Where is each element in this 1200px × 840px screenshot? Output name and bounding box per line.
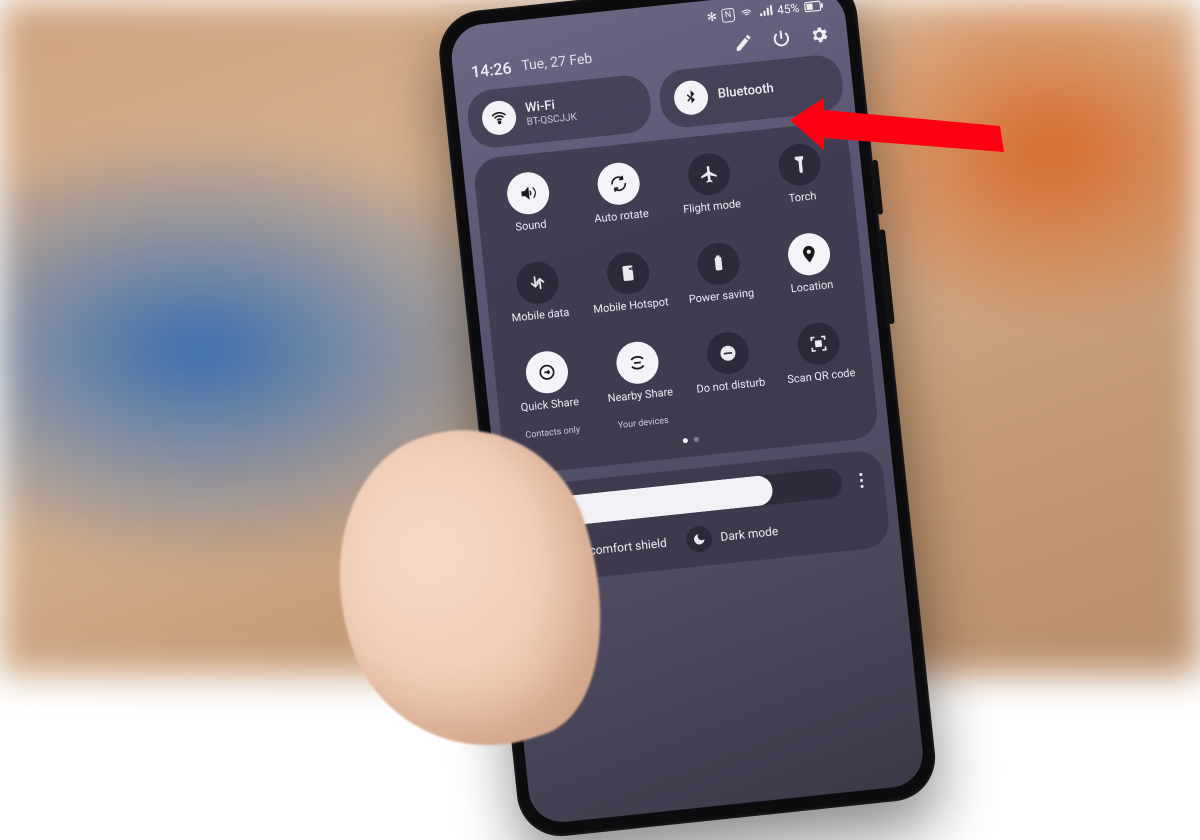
sound-icon (505, 170, 551, 216)
hotspot-icon (604, 250, 650, 296)
power-saving-icon (695, 241, 741, 287)
brightness-more-button[interactable] (851, 472, 870, 489)
location-icon (785, 231, 831, 277)
tile-location[interactable]: Location (763, 227, 858, 320)
quick-share-icon (523, 349, 569, 395)
tiles-grid: Sound Auto rotate Flight mode (482, 137, 869, 450)
tile-mobile-data[interactable]: Mobile data (491, 255, 586, 348)
airplane-icon (686, 151, 732, 197)
tile-quick-share[interactable]: Quick Share Contacts only (501, 345, 598, 451)
bluetooth-icon (672, 79, 709, 116)
battery-percent: 45% (776, 1, 800, 17)
tile-torch[interactable]: Torch (753, 137, 848, 230)
moon-icon (685, 525, 714, 554)
wifi-status-icon (739, 7, 754, 20)
nearby-share-icon (614, 340, 660, 386)
dark-mode-toggle[interactable]: Dark mode (685, 518, 779, 553)
auto-rotate-icon (595, 161, 641, 207)
tile-nearby-share[interactable]: Nearby Share Your devices (591, 335, 688, 441)
tile-do-not-disturb[interactable]: Do not disturb (682, 326, 779, 432)
tile-flight-mode[interactable]: Flight mode (663, 147, 758, 240)
tiles-panel: Sound Auto rotate Flight mode (472, 121, 879, 477)
bluetooth-status-icon: ✻ (706, 10, 717, 25)
tile-scan-qr[interactable]: Scan QR code (772, 316, 869, 422)
edit-tiles-button[interactable] (733, 32, 755, 54)
clock-date[interactable]: Tue, 27 Feb (521, 51, 593, 74)
tile-mobile-hotspot[interactable]: Mobile Hotspot (582, 246, 677, 339)
settings-button[interactable] (808, 24, 830, 46)
tile-sound[interactable]: Sound (482, 166, 577, 259)
signal-status-icon (758, 5, 773, 18)
torch-icon (776, 142, 822, 188)
tile-power-saving[interactable]: Power saving (672, 236, 767, 329)
wifi-icon (480, 99, 517, 136)
mobile-data-icon (514, 260, 560, 306)
bluetooth-label: Bluetooth (717, 81, 775, 102)
nfc-status-icon: N (721, 8, 735, 23)
qr-icon (795, 321, 841, 367)
dnd-icon (704, 330, 750, 376)
power-button[interactable] (770, 28, 792, 50)
clock-time[interactable]: 14:26 (470, 58, 512, 81)
battery-icon (804, 0, 825, 13)
tile-auto-rotate[interactable]: Auto rotate (572, 156, 667, 249)
